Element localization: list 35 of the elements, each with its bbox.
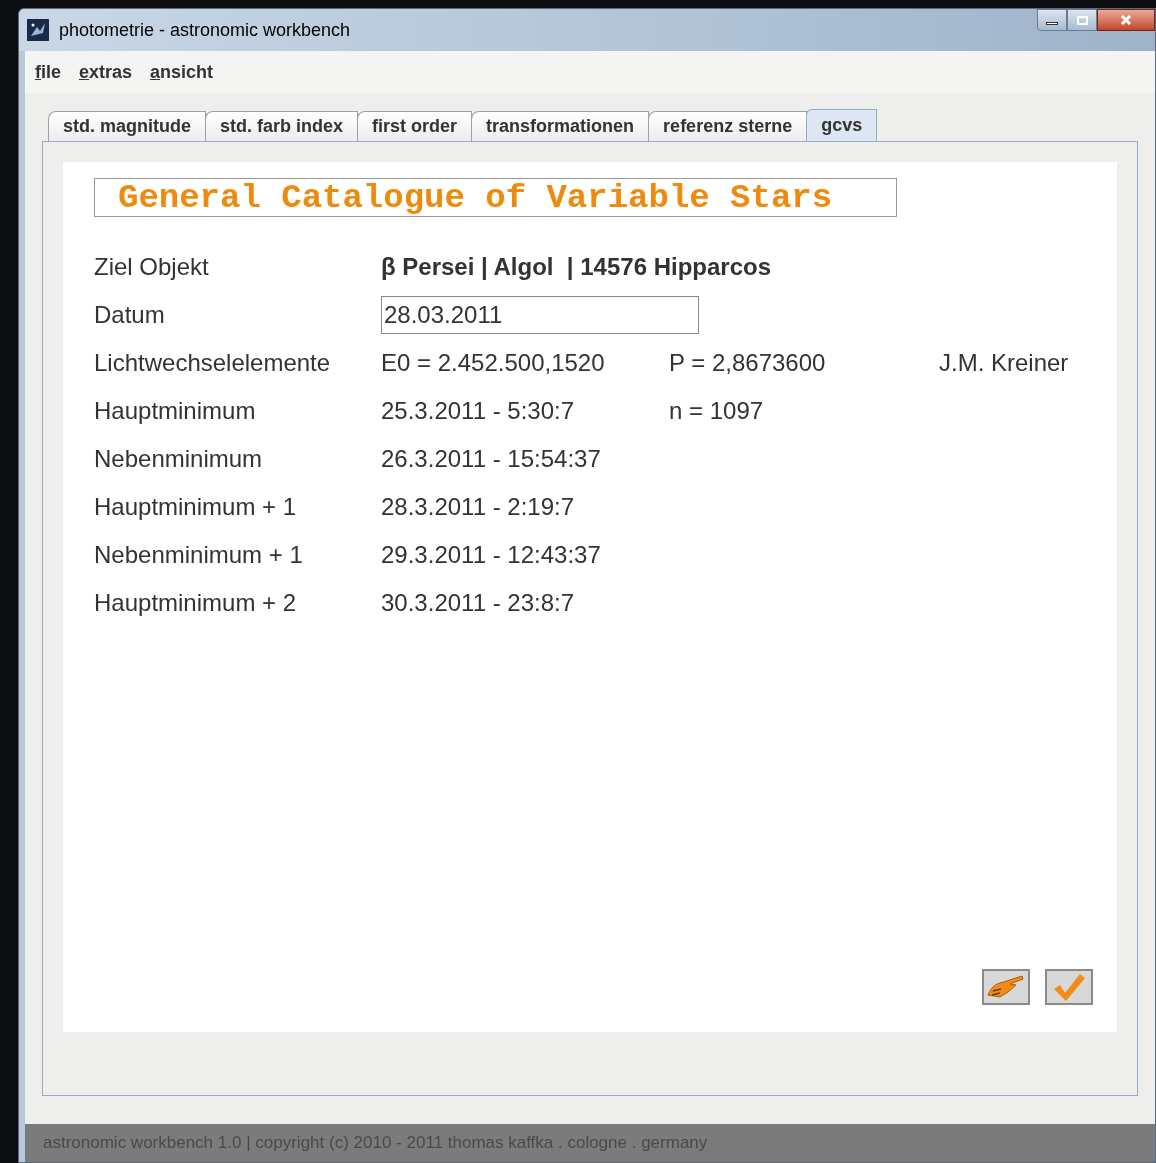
minimize-button[interactable] [1037, 9, 1067, 31]
field-label: Nebenminimum + 1 [94, 540, 304, 570]
field-value: 29.3.2011 - 12:43:37 [381, 541, 601, 568]
field-label: Nebenminimum [94, 444, 264, 474]
field-value: P = 2,8673600 [669, 349, 826, 376]
tab[interactable]: gcvs [806, 109, 878, 141]
window-title: photometrie - astronomic workbench [59, 18, 351, 42]
field-value: 28.3.2011 - 2:19:7 [381, 493, 575, 520]
catalogue-heading: General Catalogue of Variable Stars [94, 178, 897, 217]
hand-icon-button[interactable] [982, 969, 1030, 1005]
menu-item[interactable]: extras [79, 58, 133, 86]
menu-item[interactable]: file [35, 58, 61, 86]
field-value: J.M. Kreiner [939, 349, 1069, 376]
check-button[interactable] [1045, 969, 1093, 1005]
maximize-button[interactable] [1067, 9, 1097, 31]
field-value: n = 1097 [669, 397, 764, 424]
app-icon [27, 19, 49, 41]
hand-icon [986, 973, 1026, 1001]
checkmark-icon [1052, 972, 1086, 1002]
field-value: 25.3.2011 - 5:30:7 [381, 397, 575, 424]
field-value: E0 = 2.452.500,1520 [381, 349, 605, 376]
menu-item[interactable]: ansicht [150, 58, 214, 86]
field-label: Datum [94, 300, 166, 330]
close-icon [1120, 14, 1132, 26]
tab[interactable]: std. magnitude [48, 111, 206, 141]
field-label: Hauptminimum + 1 [94, 492, 298, 522]
field-label: Ziel Objekt [94, 252, 210, 282]
date-field[interactable]: 28.03.2011 [381, 296, 699, 334]
field-label: Hauptminimum + 2 [94, 588, 298, 618]
field-value: β Persei | Algol | 14576 Hipparcos [381, 252, 771, 282]
field-label: Hauptminimum [94, 396, 257, 426]
close-button[interactable] [1097, 9, 1155, 31]
field-value: 30.3.2011 - 23:8:7 [381, 589, 575, 616]
field-value: 26.3.2011 - 15:54:37 [381, 445, 601, 472]
field-label: Lichtwechselelemente [94, 348, 332, 378]
